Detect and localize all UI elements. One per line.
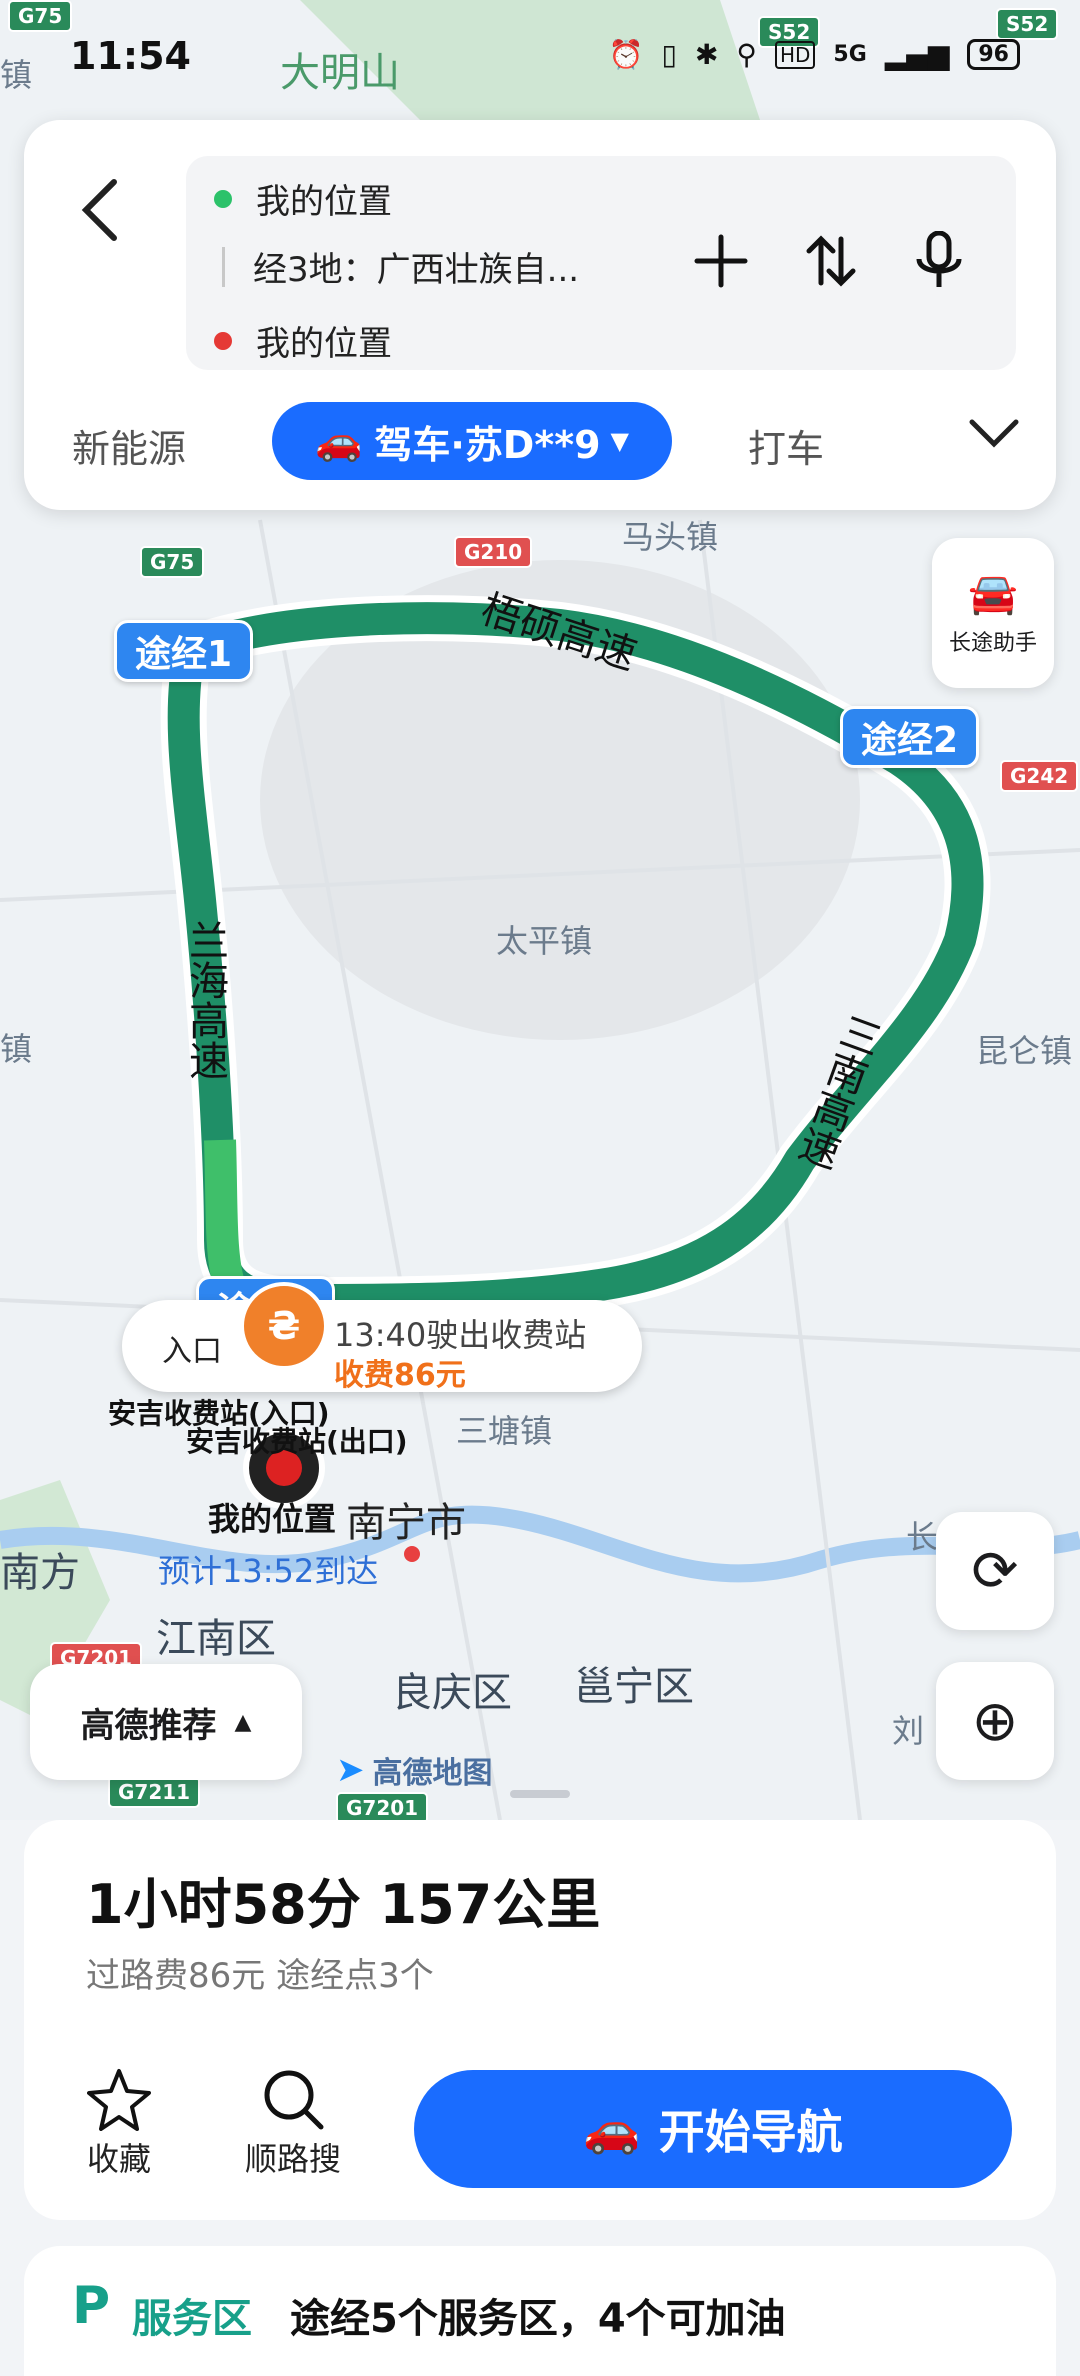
amap-brand-label: 高德地图 (372, 1756, 493, 1791)
origin-field[interactable]: 我的位置 (214, 174, 392, 223)
back-button[interactable] (70, 170, 130, 250)
location-icon: ⚲ (736, 38, 757, 71)
favorite-label: 收藏 (86, 2140, 151, 2178)
label-yongning: 邕宁区 (574, 1664, 694, 1710)
destination-label: 我的位置 (256, 324, 392, 364)
dropdown-caret-icon: ▼ (610, 427, 629, 455)
start-navigation-label: 开始导航 (658, 2105, 843, 2159)
service-area-bar[interactable]: P 服务区 途经5个服务区，4个可加油 (24, 2246, 1056, 2376)
label-nanfang: 南方 (0, 1550, 80, 1596)
locate-me-button[interactable]: ⊕ (936, 1662, 1054, 1780)
shield-g7211: G7211 (108, 1776, 201, 1808)
divider (222, 246, 225, 287)
amap-recommend-button[interactable]: 高德推荐 ▲ (30, 1664, 302, 1780)
mode-taxi[interactable]: 打车 (748, 418, 824, 473)
label-edge-zhen2: 镇 (0, 1030, 33, 1068)
bluetooth-icon: ✱ (694, 38, 719, 71)
duration-distance: 1小时58分 157公里 (86, 1873, 601, 1936)
long-trip-assistant-button[interactable]: 🚘 长途助手 (932, 538, 1054, 688)
plus-icon (694, 234, 748, 288)
microphone-icon (916, 231, 962, 287)
mode-new-energy[interactable]: 新能源 (72, 418, 186, 473)
label-kunlun: 昆仑镇 (976, 1032, 1073, 1070)
shield-g242: G242 (1000, 760, 1079, 792)
via-label: 经3地：广西壮族自... (253, 250, 580, 290)
caret-up-icon: ▲ (234, 1709, 252, 1735)
sheet-handle[interactable] (510, 1790, 570, 1798)
mode-driving[interactable]: 🚗 驾车·苏D**9 ▼ (272, 402, 672, 480)
waypoint-1-marker[interactable]: 途经1 (114, 620, 254, 682)
waypoint-2-marker[interactable]: 途经2 (840, 706, 980, 768)
shield-g75: G75 (140, 546, 205, 578)
label-jiangnan: 江南区 (156, 1616, 276, 1662)
label-liangqing: 良庆区 (392, 1670, 512, 1716)
status-icons: ⏰ ▯ ✱ ⚲ HD 5G ▂▄▆ 96 (609, 38, 1020, 71)
swap-button[interactable] (796, 226, 866, 296)
vibrate-icon: ▯ (661, 38, 677, 71)
route-details: 过路费86元 途经点3个 (86, 1956, 434, 1996)
expand-modes-button[interactable] (968, 414, 1020, 458)
recommend-label: 高德推荐 (80, 1705, 217, 1746)
car-icon: 🚗 (315, 418, 363, 463)
back-arrow-icon (81, 179, 117, 241)
parking-service-icon: P (72, 2276, 111, 2336)
eta-label: 预计13:52到达 (158, 1552, 379, 1590)
search-along-label: 顺路搜 (244, 2140, 341, 2178)
alarm-icon: ⏰ (608, 38, 644, 71)
start-navigation-button[interactable]: 🚗 开始导航 (414, 2070, 1012, 2188)
service-area-label: 服务区 (132, 2296, 252, 2342)
refresh-route-button[interactable]: ⟳ (936, 1512, 1054, 1630)
label-matou: 马头镇 (622, 518, 719, 556)
origin-dot-icon (214, 189, 232, 208)
service-area-text: 途经5个服务区，4个可加油 (290, 2296, 786, 2342)
label-liu: 刘 (892, 1712, 925, 1750)
label-santang: 三塘镇 (456, 1412, 553, 1450)
search-icon (264, 2070, 324, 2130)
toll-fee: 收费86元 (334, 1358, 466, 1393)
toll-station-icon[interactable]: ₴ (240, 1282, 328, 1370)
status-bar: 11:54 ⏰ ▯ ✱ ⚲ HD 5G ▂▄▆ 96 (0, 0, 1080, 120)
label-chang: 长 (906, 1518, 939, 1556)
toll-entry-tag: 入口 (162, 1334, 222, 1369)
road-label-lanhai: 兰海高速 (182, 920, 228, 1080)
mode-driving-label: 驾车·苏D**9 (374, 422, 601, 467)
destination-field[interactable]: 我的位置 (214, 316, 392, 365)
via-field[interactable]: 经3地：广西壮族自... (214, 242, 579, 291)
travel-mode-bar: 新能源 🚗 驾车·苏D**9 ▼ 打车 (24, 392, 1056, 492)
signal-icon: ▂▄▆ (884, 38, 950, 71)
star-icon (87, 2069, 151, 2131)
my-location-label: 我的位置 (208, 1500, 337, 1538)
refresh-icon: ⟳ (971, 1538, 1019, 1604)
route-panel: 我的位置 经3地：广西壮族自... 我的位置 新能源 🚗 驾车·苏D**9 ▼ … (24, 120, 1056, 510)
amap-logo-icon: ➤ (336, 1750, 365, 1790)
label-taiping: 太平镇 (496, 922, 593, 960)
toll-station-out-label: 安吉收费站(出口) (186, 1425, 408, 1458)
label-nanning: 南宁市 (346, 1500, 466, 1546)
shield-g210: G210 (454, 536, 533, 568)
toll-info-card[interactable]: 入口 13:40驶出收费站 收费86元 (122, 1300, 642, 1393)
long-trip-label: 长途助手 (948, 630, 1037, 656)
swap-icon (806, 235, 856, 287)
search-along-button[interactable]: 顺路搜 (238, 2064, 348, 2180)
battery-level: 96 (967, 39, 1020, 70)
origin-label: 我的位置 (256, 182, 392, 222)
add-waypoint-button[interactable] (686, 226, 756, 296)
status-time: 11:54 (70, 34, 191, 78)
amap-brand: ➤ 高德地图 (336, 1748, 493, 1792)
car-icon: 🚗 (583, 2101, 641, 2156)
locate-icon: ⊕ (971, 1688, 1019, 1754)
destination-dot-icon (214, 331, 232, 350)
route-summary-sheet: 1小时58分 157公里 过路费86元 途经点3个 收藏 顺路搜 🚗 开始导航 (24, 1790, 1056, 2220)
favorite-button[interactable]: 收藏 (64, 2064, 174, 2180)
chevron-down-icon (969, 419, 1019, 448)
hd-icon: HD (774, 40, 816, 69)
waypoint-inputs: 我的位置 经3地：广西壮族自... 我的位置 (186, 156, 1016, 370)
network-label: 5G (833, 42, 867, 67)
car-route-icon: 🚘 (968, 570, 1018, 617)
voice-input-button[interactable] (904, 226, 974, 296)
